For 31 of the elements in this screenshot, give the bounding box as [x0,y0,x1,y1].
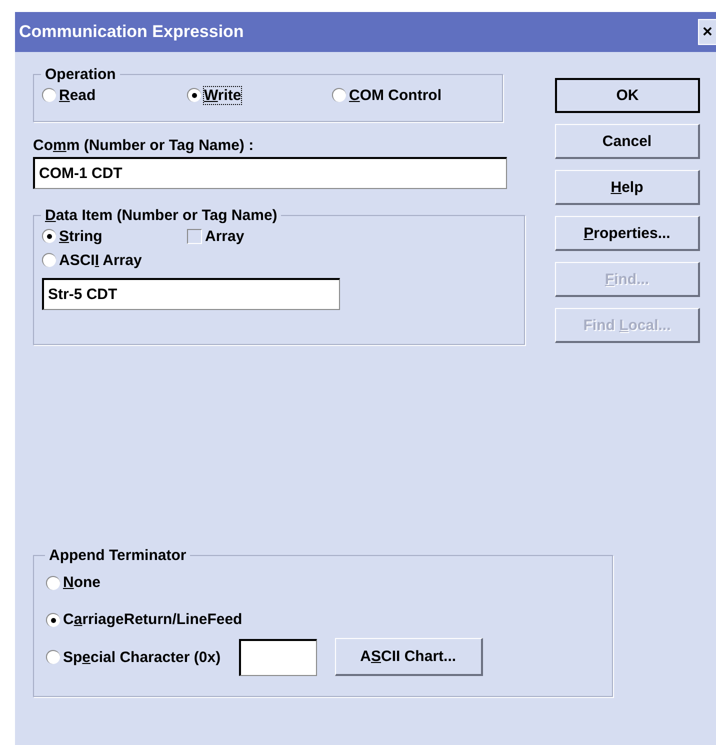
ascii-chart-button[interactable]: ASCII Chart... [334,638,483,676]
radio-label[interactable]: String [59,228,102,244]
checkbox-label[interactable]: Array [205,228,244,244]
radio-button[interactable] [46,612,60,626]
radio-label[interactable]: Read [59,86,96,104]
radio-label[interactable]: None [63,574,101,591]
radio-button[interactable] [42,229,56,243]
radio-label[interactable]: ASCII Array [59,252,142,268]
group-title: Operation [44,66,117,83]
radio-button[interactable] [42,253,56,267]
radio-label[interactable]: COM Control [349,86,442,104]
dialog-button[interactable]: Properties... [555,216,700,251]
hex-field[interactable] [238,638,317,676]
group-title: Append Terminator [48,547,188,564]
window-title: Communication Expression [18,22,244,42]
checkbox[interactable] [187,228,202,244]
dialog-button[interactable]: Cancel [555,124,700,159]
radio-button[interactable] [187,88,201,102]
radio-label[interactable]: CarriageReturn/LineFeed [63,611,242,628]
radio-label[interactable]: Special Character (0x) [63,648,221,666]
radio-label[interactable]: Write [204,86,242,104]
radio-button[interactable] [46,576,60,590]
radio-button[interactable] [46,650,60,664]
group-title: Data Item (Number or Tag Name) [44,207,278,224]
dialog-button[interactable]: Help [555,170,700,205]
radio-button[interactable] [332,88,346,102]
radio-button[interactable] [42,88,56,102]
data-item-field[interactable]: Str-5 CDT [42,278,340,310]
close-button[interactable]: × [698,19,716,45]
comm-field[interactable]: COM-1 CDT [33,157,507,189]
dialog-button[interactable]: OK [555,78,700,113]
